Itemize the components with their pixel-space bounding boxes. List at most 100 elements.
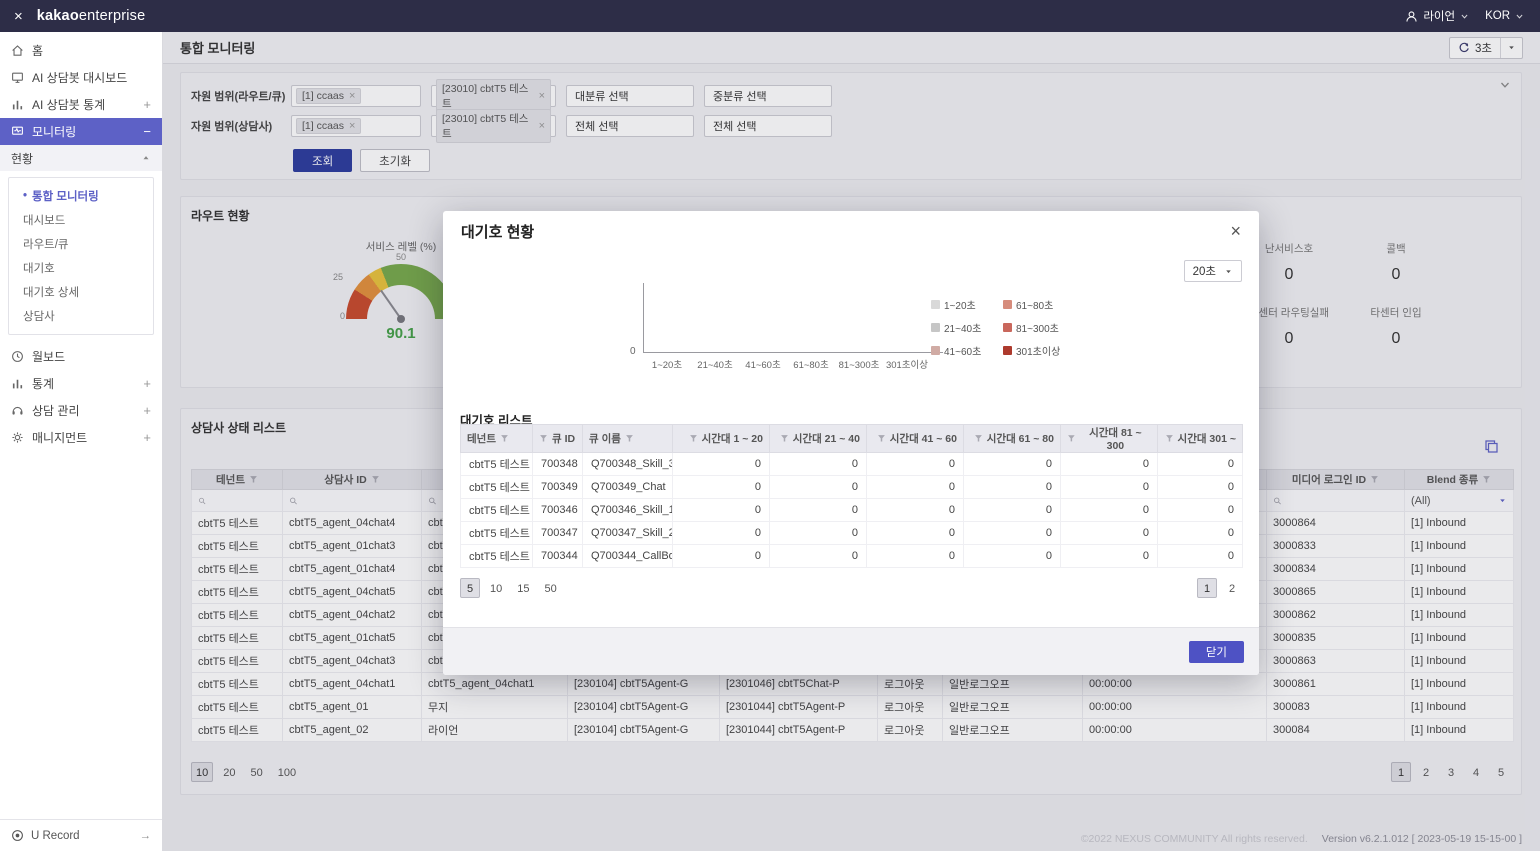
table-row[interactable]: cbtT5 테스트cbtT5_agent_01무지[230104] cbtT5A… — [192, 696, 1514, 719]
submenu-item-dashboard[interactable]: 대시보드 — [9, 208, 153, 232]
page-size-option[interactable]: 10 — [191, 762, 213, 782]
page-number[interactable]: 1 — [1197, 578, 1217, 598]
column-header-time-81-300[interactable]: 시간대 81 ~ 300 — [1061, 425, 1158, 453]
chip-remove-icon[interactable]: × — [349, 120, 355, 132]
search-button[interactable]: 조회 — [293, 149, 352, 172]
sidebar-item-stats[interactable]: 통계 + — [0, 370, 162, 397]
filter-funnel-icon[interactable] — [1165, 434, 1174, 443]
filter-funnel-icon[interactable] — [539, 434, 548, 443]
close-icon[interactable]: × — [0, 8, 37, 25]
column-header-media-login-id[interactable]: 미디어 로그인 ID — [1267, 470, 1405, 490]
page-number[interactable]: 2 — [1416, 762, 1436, 782]
filter-funnel-icon[interactable] — [780, 434, 789, 443]
modal-refresh-value: 20초 — [1193, 263, 1216, 279]
table-row[interactable]: cbtT5 테스트700348Q700348_Skill_3000000 — [461, 453, 1243, 476]
filter-funnel-icon[interactable] — [877, 434, 886, 443]
page-size-option[interactable]: 50 — [540, 578, 562, 598]
page-size-option[interactable]: 20 — [218, 762, 240, 782]
sidebar-item-monitoring[interactable]: 모니터링 − — [0, 118, 162, 145]
collapse-chevron-icon[interactable] — [1499, 79, 1511, 91]
middle-category-select[interactable]: 중분류 선택 — [704, 85, 832, 107]
column-search-input[interactable] — [302, 495, 415, 507]
column-search-input[interactable] — [210, 495, 276, 507]
table-cell: [2301044] cbtT5Agent-P — [720, 696, 878, 719]
filter-funnel-icon[interactable] — [1370, 475, 1379, 484]
sidebar-item-wallboard[interactable]: 월보드 — [0, 343, 162, 370]
expand-icon[interactable]: + — [143, 376, 151, 391]
column-header-time-301[interactable]: 시간대 301 ~ — [1158, 425, 1243, 453]
agent-group-select[interactable]: [23010] cbtT5 테스트× — [431, 115, 556, 137]
column-header-time-21-40[interactable]: 시간대 21 ~ 40 — [770, 425, 867, 453]
sidebar-footer-u-record[interactable]: U Record → — [0, 819, 162, 851]
filter-funnel-icon[interactable] — [249, 475, 258, 484]
filter-funnel-icon[interactable] — [1067, 434, 1076, 443]
column-header-blend-type[interactable]: Blend 종류 — [1405, 470, 1514, 490]
submenu-item-route-queue[interactable]: 라우트/큐 — [9, 232, 153, 256]
submenu-item-waiting-calls[interactable]: 대기호 — [9, 256, 153, 280]
column-header-tenant[interactable]: 테넌트 — [192, 470, 283, 490]
reset-button[interactable]: 초기화 — [360, 149, 430, 172]
table-row[interactable]: cbtT5 테스트700346Q700346_Skill_1000000 — [461, 499, 1243, 522]
page-size-option[interactable]: 50 — [246, 762, 268, 782]
route-queue-tenant-select[interactable]: [1] ccaas× — [291, 85, 421, 107]
user-menu[interactable]: 라이언 — [1405, 8, 1469, 24]
filter-funnel-icon[interactable] — [1482, 475, 1491, 484]
table-row[interactable]: cbtT5 테스트700349Q700349_Chat000000 — [461, 476, 1243, 499]
chip-remove-icon[interactable]: × — [349, 90, 355, 102]
modal-close-icon[interactable]: × — [1230, 222, 1241, 240]
agent-tenant-select[interactable]: [1] ccaas× — [291, 115, 421, 137]
expand-icon[interactable]: + — [143, 430, 151, 445]
modal-close-button[interactable]: 닫기 — [1189, 641, 1244, 663]
column-header-tenant[interactable]: 테넌트 — [461, 425, 533, 453]
agent-all-select-1[interactable]: 전체 선택 — [566, 115, 694, 137]
column-header-agent-id[interactable]: 상담사 ID — [283, 470, 422, 490]
sidebar-item-ai-bot-stats[interactable]: AI 상담봇 통계 + — [0, 91, 162, 118]
page-size-option[interactable]: 5 — [460, 578, 480, 598]
sidebar-item-ai-bot-dashboard[interactable]: AI 상담봇 대시보드 — [0, 64, 162, 91]
filter-funnel-icon[interactable] — [371, 475, 380, 484]
page-number[interactable]: 1 — [1391, 762, 1411, 782]
chart-icon — [11, 98, 24, 111]
column-header-time-41-60[interactable]: 시간대 41 ~ 60 — [867, 425, 964, 453]
collapse-icon[interactable]: − — [143, 124, 151, 139]
page-number[interactable]: 2 — [1222, 578, 1242, 598]
table-row[interactable]: cbtT5 테스트700347Q700347_Skill_2000000 — [461, 522, 1243, 545]
agent-all-select-2[interactable]: 전체 선택 — [704, 115, 832, 137]
submenu-item-integrated-monitoring[interactable]: • 통합 모니터링 — [9, 184, 153, 208]
sidebar-item-counsel-management[interactable]: 상담 관리 + — [0, 397, 162, 424]
route-queue-group-select[interactable]: [23010] cbtT5 테스트× — [431, 85, 556, 107]
column-header-time-61-80[interactable]: 시간대 61 ~ 80 — [964, 425, 1061, 453]
filter-funnel-icon[interactable] — [500, 434, 509, 443]
column-header-queue-id[interactable]: 큐 ID — [533, 425, 583, 453]
page-size-option[interactable]: 15 — [512, 578, 534, 598]
blend-filter-select[interactable]: (All) — [1411, 495, 1507, 507]
table-row[interactable]: cbtT5 테스트cbtT5_agent_02라이언[230104] cbtT5… — [192, 719, 1514, 742]
table-row[interactable]: cbtT5 테스트cbtT5_agent_04chat1cbtT5_agent_… — [192, 673, 1514, 696]
page-number[interactable]: 3 — [1441, 762, 1461, 782]
column-search-input[interactable] — [1286, 495, 1398, 507]
column-header-time-1-20[interactable]: 시간대 1 ~ 20 — [673, 425, 770, 453]
chip-remove-icon[interactable]: × — [539, 120, 545, 132]
language-menu[interactable]: KOR — [1485, 10, 1524, 22]
copy-icon[interactable] — [1484, 439, 1499, 454]
filter-funnel-icon[interactable] — [974, 434, 983, 443]
expand-icon[interactable]: + — [143, 97, 151, 112]
sidebar-section-status[interactable]: 현황 — [0, 145, 162, 171]
filter-funnel-icon[interactable] — [625, 434, 634, 443]
page-size-option[interactable]: 10 — [485, 578, 507, 598]
modal-refresh-interval-control[interactable]: 20초 — [1184, 260, 1242, 282]
submenu-item-waiting-calls-detail[interactable]: 대기호 상세 — [9, 280, 153, 304]
table-row[interactable]: cbtT5 테스트700344Q700344_CallBot000000 — [461, 545, 1243, 568]
major-category-select[interactable]: 대분류 선택 — [566, 85, 694, 107]
filter-funnel-icon[interactable] — [689, 434, 698, 443]
column-header-queue-name[interactable]: 큐 이름 — [583, 425, 673, 453]
page-size-option[interactable]: 100 — [273, 762, 301, 782]
page-number[interactable]: 4 — [1466, 762, 1486, 782]
sidebar-item-management[interactable]: 매니지먼트 + — [0, 424, 162, 451]
submenu-item-agents[interactable]: 상담사 — [9, 304, 153, 328]
refresh-interval-control[interactable]: 3초 — [1449, 37, 1523, 59]
page-number[interactable]: 5 — [1491, 762, 1511, 782]
expand-icon[interactable]: + — [143, 403, 151, 418]
chip-remove-icon[interactable]: × — [539, 90, 545, 102]
sidebar-item-home[interactable]: 홈 — [0, 37, 162, 64]
